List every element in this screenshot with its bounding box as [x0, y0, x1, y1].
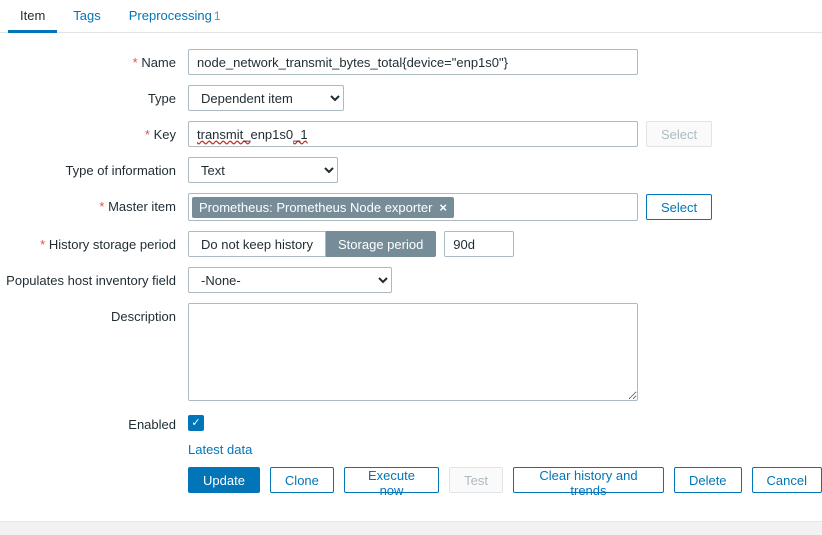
- name-input[interactable]: [188, 49, 638, 75]
- tab-preprocessing-label: Preprocessing: [129, 8, 212, 23]
- inventory-select[interactable]: -None-: [188, 267, 392, 293]
- label-history: History storage period: [0, 231, 188, 252]
- label-enabled: Enabled: [0, 411, 188, 432]
- master-item-chip-label: Prometheus: Prometheus Node exporter: [199, 200, 432, 215]
- key-part2: enp1s0: [250, 127, 293, 142]
- tab-tags-label: Tags: [73, 8, 100, 23]
- check-icon: ✓: [191, 418, 200, 429]
- update-button[interactable]: Update: [188, 467, 260, 493]
- latest-data-link[interactable]: Latest data: [188, 442, 252, 457]
- history-days-input[interactable]: [444, 231, 514, 257]
- type-select[interactable]: Dependent item: [188, 85, 344, 111]
- clear-history-button[interactable]: Clear history and trends: [513, 467, 664, 493]
- description-textarea[interactable]: [188, 303, 638, 401]
- label-key: Key: [0, 121, 188, 142]
- key-input[interactable]: transmit_enp1s0_1: [188, 121, 638, 147]
- label-name: Name: [0, 49, 188, 70]
- label-type: Type: [0, 85, 188, 106]
- key-part3: _1: [293, 127, 307, 142]
- history-nokeep-button[interactable]: Do not keep history: [188, 231, 326, 257]
- history-period-button[interactable]: Storage period: [326, 231, 436, 257]
- master-item-chip: Prometheus: Prometheus Node exporter ×: [192, 197, 454, 218]
- label-info: Type of information: [0, 157, 188, 178]
- test-button: Test: [449, 467, 503, 493]
- info-select[interactable]: Text: [188, 157, 338, 183]
- tab-tags[interactable]: Tags: [61, 0, 112, 32]
- action-buttons: Update Clone Execute now Test Clear hist…: [188, 467, 822, 493]
- cancel-button[interactable]: Cancel: [752, 467, 822, 493]
- key-part1: transmit_: [197, 127, 250, 142]
- master-select-button[interactable]: Select: [646, 194, 712, 220]
- tab-preprocessing[interactable]: Preprocessing1: [117, 0, 233, 32]
- item-form: Name Type Dependent item Key transmit_en…: [0, 33, 822, 515]
- close-icon[interactable]: ×: [439, 200, 447, 215]
- tab-preprocessing-count: 1: [214, 9, 221, 23]
- tab-item[interactable]: Item: [8, 0, 57, 32]
- execute-now-button[interactable]: Execute now: [344, 467, 439, 493]
- master-item-input[interactable]: Prometheus: Prometheus Node exporter ×: [188, 193, 638, 221]
- label-description: Description: [0, 303, 188, 324]
- label-inventory: Populates host inventory field: [0, 267, 188, 288]
- key-select-button: Select: [646, 121, 712, 147]
- label-master: Master item: [0, 193, 188, 214]
- delete-button[interactable]: Delete: [674, 467, 742, 493]
- tab-item-label: Item: [20, 8, 45, 23]
- enabled-checkbox[interactable]: ✓: [188, 415, 204, 431]
- clone-button[interactable]: Clone: [270, 467, 334, 493]
- history-segment: Do not keep history Storage period: [188, 231, 436, 257]
- tabs: Item Tags Preprocessing1: [0, 0, 822, 33]
- footer-bar: [0, 521, 822, 535]
